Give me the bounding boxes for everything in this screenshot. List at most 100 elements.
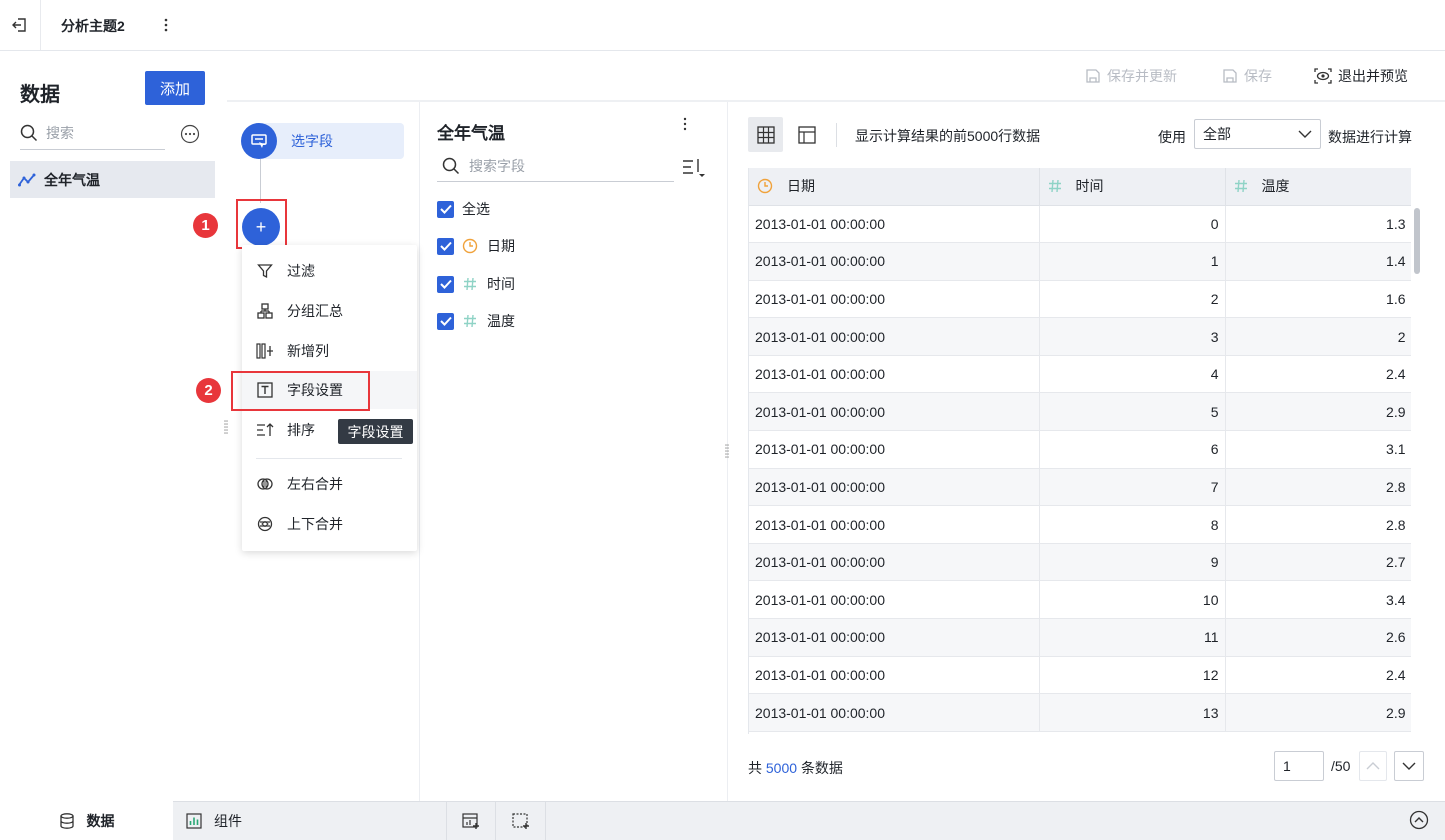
select-field-label: 选字段 <box>291 133 333 149</box>
exit-and-preview-label: 退出并预览 <box>1338 68 1408 84</box>
analysis-tab-title[interactable]: 分析主题2 <box>61 16 125 36</box>
calc-scope-select[interactable]: 全部 <box>1194 119 1321 149</box>
collapse-up-icon[interactable] <box>1409 810 1429 830</box>
table-header-row: 日期 时间 温度 <box>749 168 1411 206</box>
merge-vertical-icon <box>256 515 274 533</box>
menu-item-new-column[interactable]: 新增列 <box>242 332 417 370</box>
table-row[interactable]: 2013-01-01 00:00:00 9 2.7 <box>749 543 1411 582</box>
table-cell: 2.7 <box>1225 543 1411 582</box>
field-item-time[interactable]: 时间 <box>437 273 515 295</box>
tab-data-label: 数据 <box>86 812 115 829</box>
table-row[interactable]: 2013-01-01 00:00:00 2 1.6 <box>749 280 1411 319</box>
merge-horizontal-icon <box>256 475 274 493</box>
add-dashboard-button[interactable] <box>446 801 496 840</box>
table-cell: 5 <box>1039 392 1226 432</box>
table-cell: 2013-01-01 00:00:00 <box>749 656 1040 695</box>
save-button[interactable]: 保存 <box>1222 66 1272 86</box>
filter-icon <box>256 262 274 280</box>
select-all-label: 全选 <box>462 201 490 217</box>
field-item-temperature[interactable]: 温度 <box>437 310 515 332</box>
table-row[interactable]: 2013-01-01 00:00:00 5 2.9 <box>749 392 1411 432</box>
number-icon <box>1234 179 1248 193</box>
save-and-update-button[interactable]: 保存并更新 <box>1085 66 1177 86</box>
dataset-item[interactable]: 全年气温 <box>10 161 215 198</box>
highlight-box-field-settings <box>231 371 370 411</box>
table-cell: 2013-01-01 00:00:00 <box>749 392 1040 432</box>
column-header-temperature[interactable]: 温度 <box>1225 168 1411 206</box>
field-label: 时间 <box>487 276 515 292</box>
grid-view-button[interactable] <box>748 117 783 152</box>
menu-item-group-summary[interactable]: 分组汇总 <box>242 292 417 330</box>
table-cell: 8 <box>1039 505 1226 544</box>
table-scrollbar-thumb[interactable] <box>1414 208 1420 274</box>
more-vertical-icon[interactable] <box>678 116 692 132</box>
fields-panel-title: 全年气温 <box>437 124 505 143</box>
table-cell: 1.6 <box>1225 280 1411 319</box>
add-story-button[interactable] <box>496 801 546 840</box>
data-search-input[interactable]: 搜索 <box>20 117 165 150</box>
table-cell: 10 <box>1039 580 1226 620</box>
table-cell: 6 <box>1039 430 1226 469</box>
table-cell: 2.8 <box>1225 505 1411 544</box>
checkbox-checked-icon <box>437 200 454 218</box>
new-column-icon <box>256 342 274 360</box>
table-cell: 7 <box>1039 468 1226 507</box>
menu-item-merge-horizontal[interactable]: 左右合并 <box>242 465 417 503</box>
table-cell: 2 <box>1225 317 1411 356</box>
next-page-button[interactable] <box>1394 751 1424 781</box>
chevron-up-icon <box>1366 762 1380 770</box>
layout-view-button[interactable] <box>789 117 824 152</box>
total-number: 5000 <box>765 760 798 776</box>
table-row[interactable]: 2013-01-01 00:00:00 3 2 <box>749 317 1411 356</box>
table-row[interactable]: 2013-01-01 00:00:00 6 3.1 <box>749 430 1411 469</box>
database-icon <box>59 812 75 829</box>
table-cell: 3.1 <box>1225 430 1411 469</box>
table-row[interactable]: 2013-01-01 00:00:00 4 2.4 <box>749 355 1411 394</box>
table-row[interactable]: 2013-01-01 00:00:00 8 2.8 <box>749 505 1411 544</box>
checkbox-checked-icon <box>437 312 454 330</box>
table-row[interactable]: 2013-01-01 00:00:00 0 1.3 <box>749 205 1411 244</box>
column-header-date[interactable]: 日期 <box>749 168 1040 206</box>
more-vertical-icon[interactable] <box>158 14 174 36</box>
column-header-time[interactable]: 时间 <box>1039 168 1226 206</box>
field-search-input[interactable]: 搜索字段 <box>437 151 674 182</box>
table-cell: 2 <box>1039 280 1226 319</box>
select-all-checkbox[interactable]: 全选 <box>437 198 490 220</box>
prev-page-button[interactable] <box>1359 751 1387 781</box>
menu-item-label: 左右合并 <box>287 476 343 492</box>
bar-chart-icon <box>186 812 202 829</box>
line-chart-icon <box>18 173 36 187</box>
table-row[interactable]: 2013-01-01 00:00:00 13 2.9 <box>749 693 1411 732</box>
table-cell: 2013-01-01 00:00:00 <box>749 280 1040 319</box>
exit-and-preview-button[interactable]: 退出并预览 <box>1314 66 1408 86</box>
table-row[interactable]: 2013-01-01 00:00:00 11 2.6 <box>749 618 1411 657</box>
select-field-step[interactable]: 选字段 <box>241 123 404 159</box>
field-item-date[interactable]: 日期 <box>437 235 515 257</box>
preview-icon <box>1314 68 1332 84</box>
table-cell: 2013-01-01 00:00:00 <box>749 693 1040 732</box>
page-number-input[interactable]: 1 <box>1274 751 1324 781</box>
table-cell: 3 <box>1039 317 1226 356</box>
menu-item-filter[interactable]: 过滤 <box>242 252 417 290</box>
table-row[interactable]: 2013-01-01 00:00:00 10 3.4 <box>749 580 1411 620</box>
field-sort-icon[interactable] <box>682 157 708 179</box>
add-data-button[interactable]: 添加 <box>145 71 205 105</box>
table-row[interactable]: 2013-01-01 00:00:00 1 1.4 <box>749 242 1411 281</box>
table-cell: 1.3 <box>1225 205 1411 244</box>
panel-resize-handle[interactable] <box>725 444 729 458</box>
tab-components[interactable]: 组件 <box>186 801 242 840</box>
table-cell: 12 <box>1039 656 1226 695</box>
exit-icon[interactable] <box>0 0 41 50</box>
column-header-label: 时间 <box>1075 178 1104 195</box>
menu-item-merge-vertical[interactable]: 上下合并 <box>242 505 417 543</box>
top-bar <box>0 0 1445 51</box>
table-row[interactable]: 2013-01-01 00:00:00 7 2.8 <box>749 468 1411 507</box>
add-dashboard-icon <box>462 812 480 830</box>
table-cell: 4 <box>1039 355 1226 394</box>
tab-data[interactable]: 数据 <box>0 801 173 840</box>
more-options-icon[interactable] <box>180 124 200 144</box>
total-count: 共 5000 条数据 <box>748 758 843 778</box>
table-row[interactable]: 2013-01-01 00:00:00 12 2.4 <box>749 656 1411 695</box>
menu-item-label: 上下合并 <box>287 516 343 532</box>
field-label: 温度 <box>487 313 515 329</box>
